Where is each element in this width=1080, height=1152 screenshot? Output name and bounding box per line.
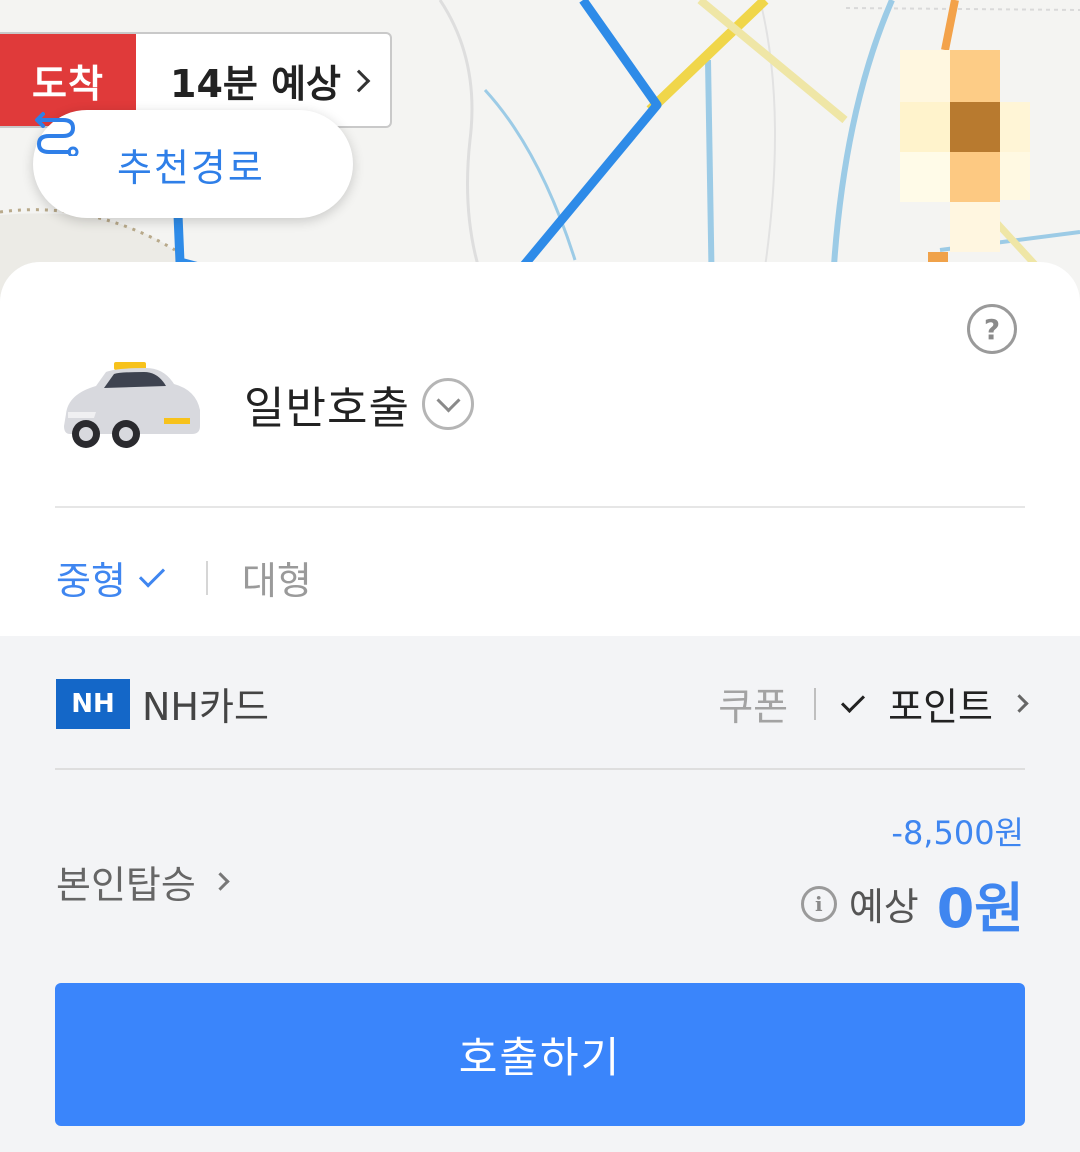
divider — [55, 506, 1025, 508]
call-button[interactable]: 호출하기 — [55, 983, 1025, 1126]
car-size-midsize[interactable]: 중형 — [56, 550, 126, 605]
call-type-selector[interactable]: 일반호출 — [56, 354, 474, 454]
chevron-down-icon[interactable] — [421, 378, 474, 430]
map-view[interactable]: 도착 14분 예상 추천경로 — [0, 0, 1080, 300]
eta-time-label: 14분 예상 — [170, 61, 341, 106]
card-name[interactable]: NH카드 — [142, 676, 269, 731]
info-icon[interactable]: i — [800, 885, 837, 922]
fare-estimate: i 예상 0원 — [800, 864, 1024, 943]
nh-card-logo: NH — [56, 678, 130, 729]
discount-amount: -8,500원 — [891, 814, 1024, 852]
recommend-route-label: 추천경로 — [117, 145, 265, 190]
divider — [55, 768, 1025, 770]
call-options-panel: ? 일반호출 중형 대형 — [0, 262, 1080, 636]
call-bottom-sheet: ? 일반호출 중형 대형 NH NH카드 쿠폰 포인트 본인탑승 -8,500원… — [0, 262, 1080, 1152]
chevron-right-icon[interactable] — [1010, 694, 1029, 713]
chevron-right-icon — [211, 872, 230, 891]
payment-row: NH NH카드 쿠폰 포인트 — [56, 676, 1029, 731]
recommend-route-button[interactable]: 추천경로 — [33, 110, 353, 218]
point-option[interactable]: 포인트 — [888, 676, 993, 731]
car-size-tabs: 중형 대형 — [56, 550, 312, 605]
self-ride-option[interactable]: 본인탑승 — [56, 854, 230, 909]
check-icon — [841, 688, 866, 713]
coupon-option[interactable]: 쿠폰 — [718, 676, 788, 731]
call-type-label: 일반호출 — [244, 383, 410, 434]
estimate-price: 0원 — [936, 877, 1024, 940]
car-size-large[interactable]: 대형 — [242, 550, 312, 605]
divider — [814, 687, 817, 720]
self-ride-label: 본인탑승 — [56, 863, 196, 907]
discount-options: 쿠폰 포인트 — [718, 676, 1029, 731]
help-icon[interactable]: ? — [967, 304, 1017, 354]
route-swap-icon — [35, 112, 79, 156]
chevron-right-icon — [347, 69, 371, 93]
check-icon — [138, 561, 166, 588]
divider — [205, 560, 208, 595]
taxi-car-icon — [64, 362, 200, 448]
estimate-label: 예상 — [848, 885, 919, 929]
